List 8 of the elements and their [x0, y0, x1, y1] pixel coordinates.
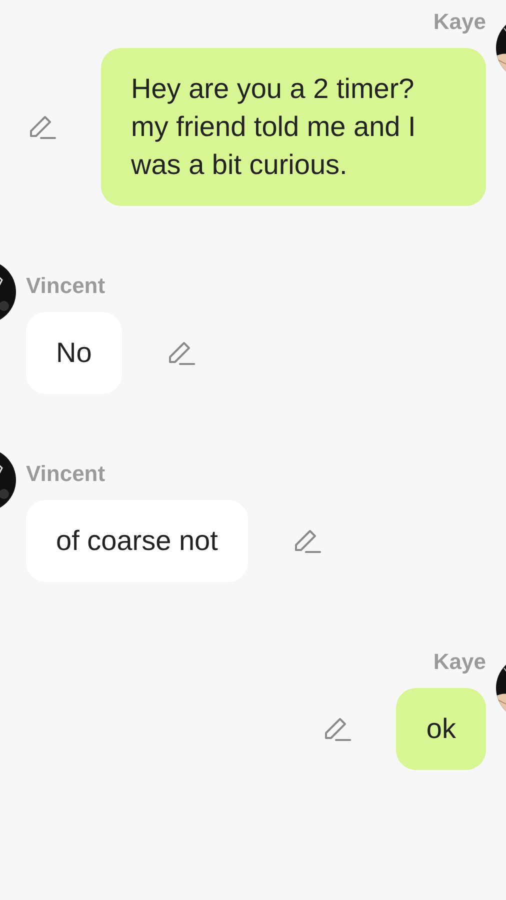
- sender-name: Kaye: [433, 8, 486, 36]
- message-bubble: of coarse not: [26, 500, 248, 582]
- message-bubble: ok: [396, 688, 486, 770]
- sender-name: Vincent: [26, 272, 106, 300]
- sender-name: Kaye: [433, 648, 486, 676]
- message-bubble: No: [26, 312, 122, 394]
- sender-name: Vincent: [26, 460, 106, 488]
- message-bubble: Hey are you a 2 timer? my friend told me and I was a bit curious.: [101, 48, 486, 206]
